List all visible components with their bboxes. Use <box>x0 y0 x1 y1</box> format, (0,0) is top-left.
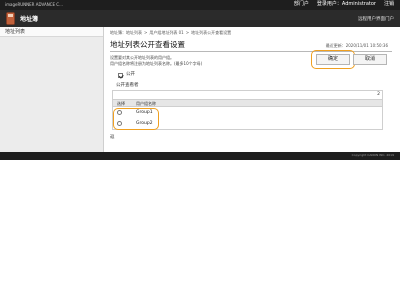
footer <box>0 152 400 160</box>
page-title: 地址列表公开查看设置 <box>110 40 185 49</box>
cancel-button[interactable]: 取消 <box>353 54 387 65</box>
sidebar-item-address-list[interactable]: 地址列表 <box>0 27 103 37</box>
main-content: 地址簿：地址列表 > 用户组地址列表 01 > 地址列表公开查看设置 地址列表公… <box>104 27 400 152</box>
login-user-info: 登录用户：Administrator <box>317 1 376 8</box>
description-line: 用户组名称将注册为地址列表名称。(最多10个字母) <box>110 61 203 66</box>
breadcrumb-item-current: 地址列表公开查看设置 <box>191 30 232 35</box>
column-header-select: 选择 <box>117 101 125 106</box>
user-info: 部门户 登录用户：Administrator 注销 <box>294 1 394 8</box>
group-name: Group2 <box>136 121 153 126</box>
description: 设置要对其公开地址列表的用户组。 用户组名称将注册为地址列表名称。(最多10个字… <box>110 55 202 67</box>
app-titlebar <box>0 10 400 27</box>
public-checkbox-label: 公开 <box>126 72 135 77</box>
login-user-label: 登录用户： <box>316 1 342 7</box>
group-rows-highlight <box>113 108 159 130</box>
app-window: imageRUNNER ADVANCE C... 部门户 登录用户：Admini… <box>0 0 400 301</box>
breadcrumb-item[interactable]: 用户组地址列表 01 <box>149 30 183 36</box>
last-updated: 最近更新：2020/11/01 10:50:36 <box>325 43 388 48</box>
device-model: imageRUNNER ADVANCE C... <box>5 2 63 7</box>
section-title: 公开查看者 <box>116 83 139 88</box>
login-user-name: Administrator <box>341 1 376 7</box>
department-link[interactable]: 部门户 <box>294 1 309 8</box>
breadcrumb-separator: > <box>144 30 148 35</box>
public-checkbox[interactable] <box>118 72 123 78</box>
group-name: Group1 <box>136 110 153 115</box>
ok-button[interactable]: 确定 <box>316 54 350 65</box>
back-link[interactable]: 返 <box>110 135 115 141</box>
breadcrumb-separator: > <box>185 30 190 35</box>
copyright: Copyright CANON INC. 2019 <box>351 153 394 157</box>
breadcrumb-item[interactable]: 地址簿：地址列表 <box>110 30 142 36</box>
public-option[interactable]: 公开 <box>118 72 135 78</box>
address-book-icon <box>6 12 15 25</box>
item-count: 2 <box>377 92 380 97</box>
top-status-bar: imageRUNNER ADVANCE C... 部门户 登录用户：Admini… <box>0 0 400 10</box>
sidebar: 地址列表 <box>0 27 104 152</box>
breadcrumb: 地址簿：地址列表 > 用户组地址列表 01 > 地址列表公开查看设置 <box>110 30 231 36</box>
app-title: 地址簿 <box>20 16 39 23</box>
table-header: 选择 用户组名称 <box>113 99 382 107</box>
portal-link[interactable]: 远程用户界面门户 <box>358 16 394 23</box>
logout-link[interactable]: 注销 <box>384 1 394 8</box>
column-header-name: 用户组名称 <box>136 101 156 106</box>
